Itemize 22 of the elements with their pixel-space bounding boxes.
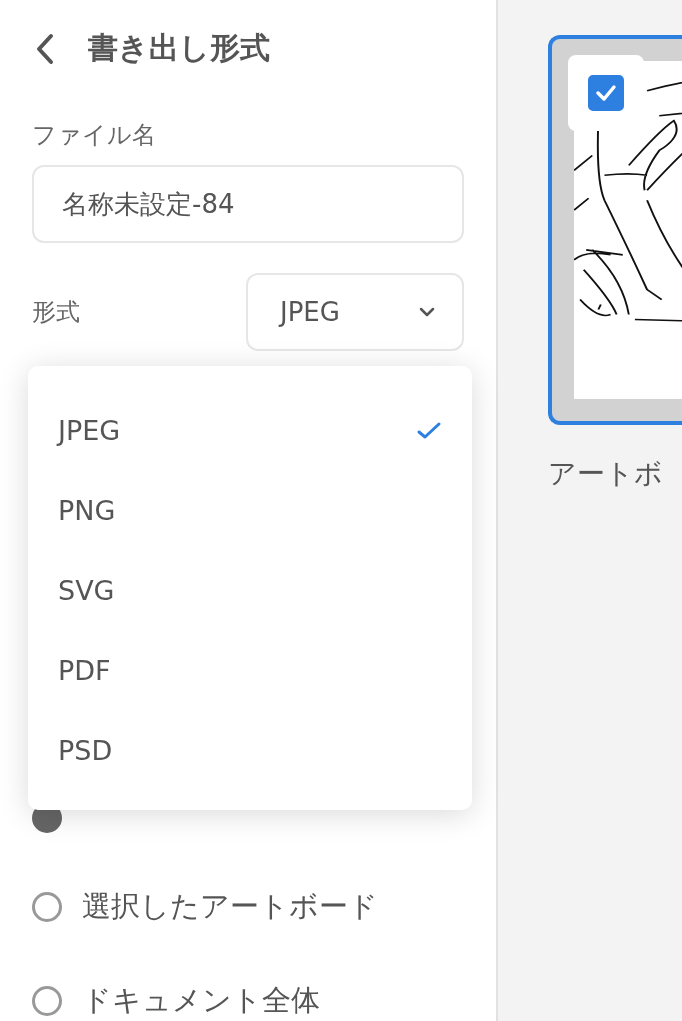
checkbox[interactable]: [588, 75, 624, 111]
back-icon[interactable]: [34, 31, 56, 66]
artboard-label: アートボ: [548, 456, 664, 492]
file-name-field[interactable]: 名称未設定-84: [32, 165, 464, 243]
menu-item[interactable]: PNG: [28, 470, 472, 550]
menu-item[interactable]: JPEG: [28, 390, 472, 470]
menu-item[interactable]: SVG: [28, 550, 472, 630]
radio-option[interactable]: ドキュメント全体: [32, 981, 464, 1021]
chevron-down-icon: [418, 306, 436, 318]
artboard-thumbnail[interactable]: [548, 35, 682, 425]
option-label: 選択したアートボード: [82, 888, 378, 925]
menu-item[interactable]: PDF: [28, 630, 472, 710]
radio-button[interactable]: [32, 892, 62, 922]
radio-button[interactable]: [32, 986, 62, 1016]
option-label: ドキュメント全体: [82, 982, 320, 1019]
check-icon: [595, 84, 617, 102]
format-dropdown[interactable]: JPEG: [246, 273, 464, 351]
menu-item[interactable]: PSD: [28, 710, 472, 790]
radio-option[interactable]: 選択したアートボード: [32, 887, 464, 927]
field-label: 形式: [32, 297, 80, 328]
panel-title: 書き出し形式: [88, 29, 270, 68]
field-label: ファイル名: [32, 120, 157, 152]
